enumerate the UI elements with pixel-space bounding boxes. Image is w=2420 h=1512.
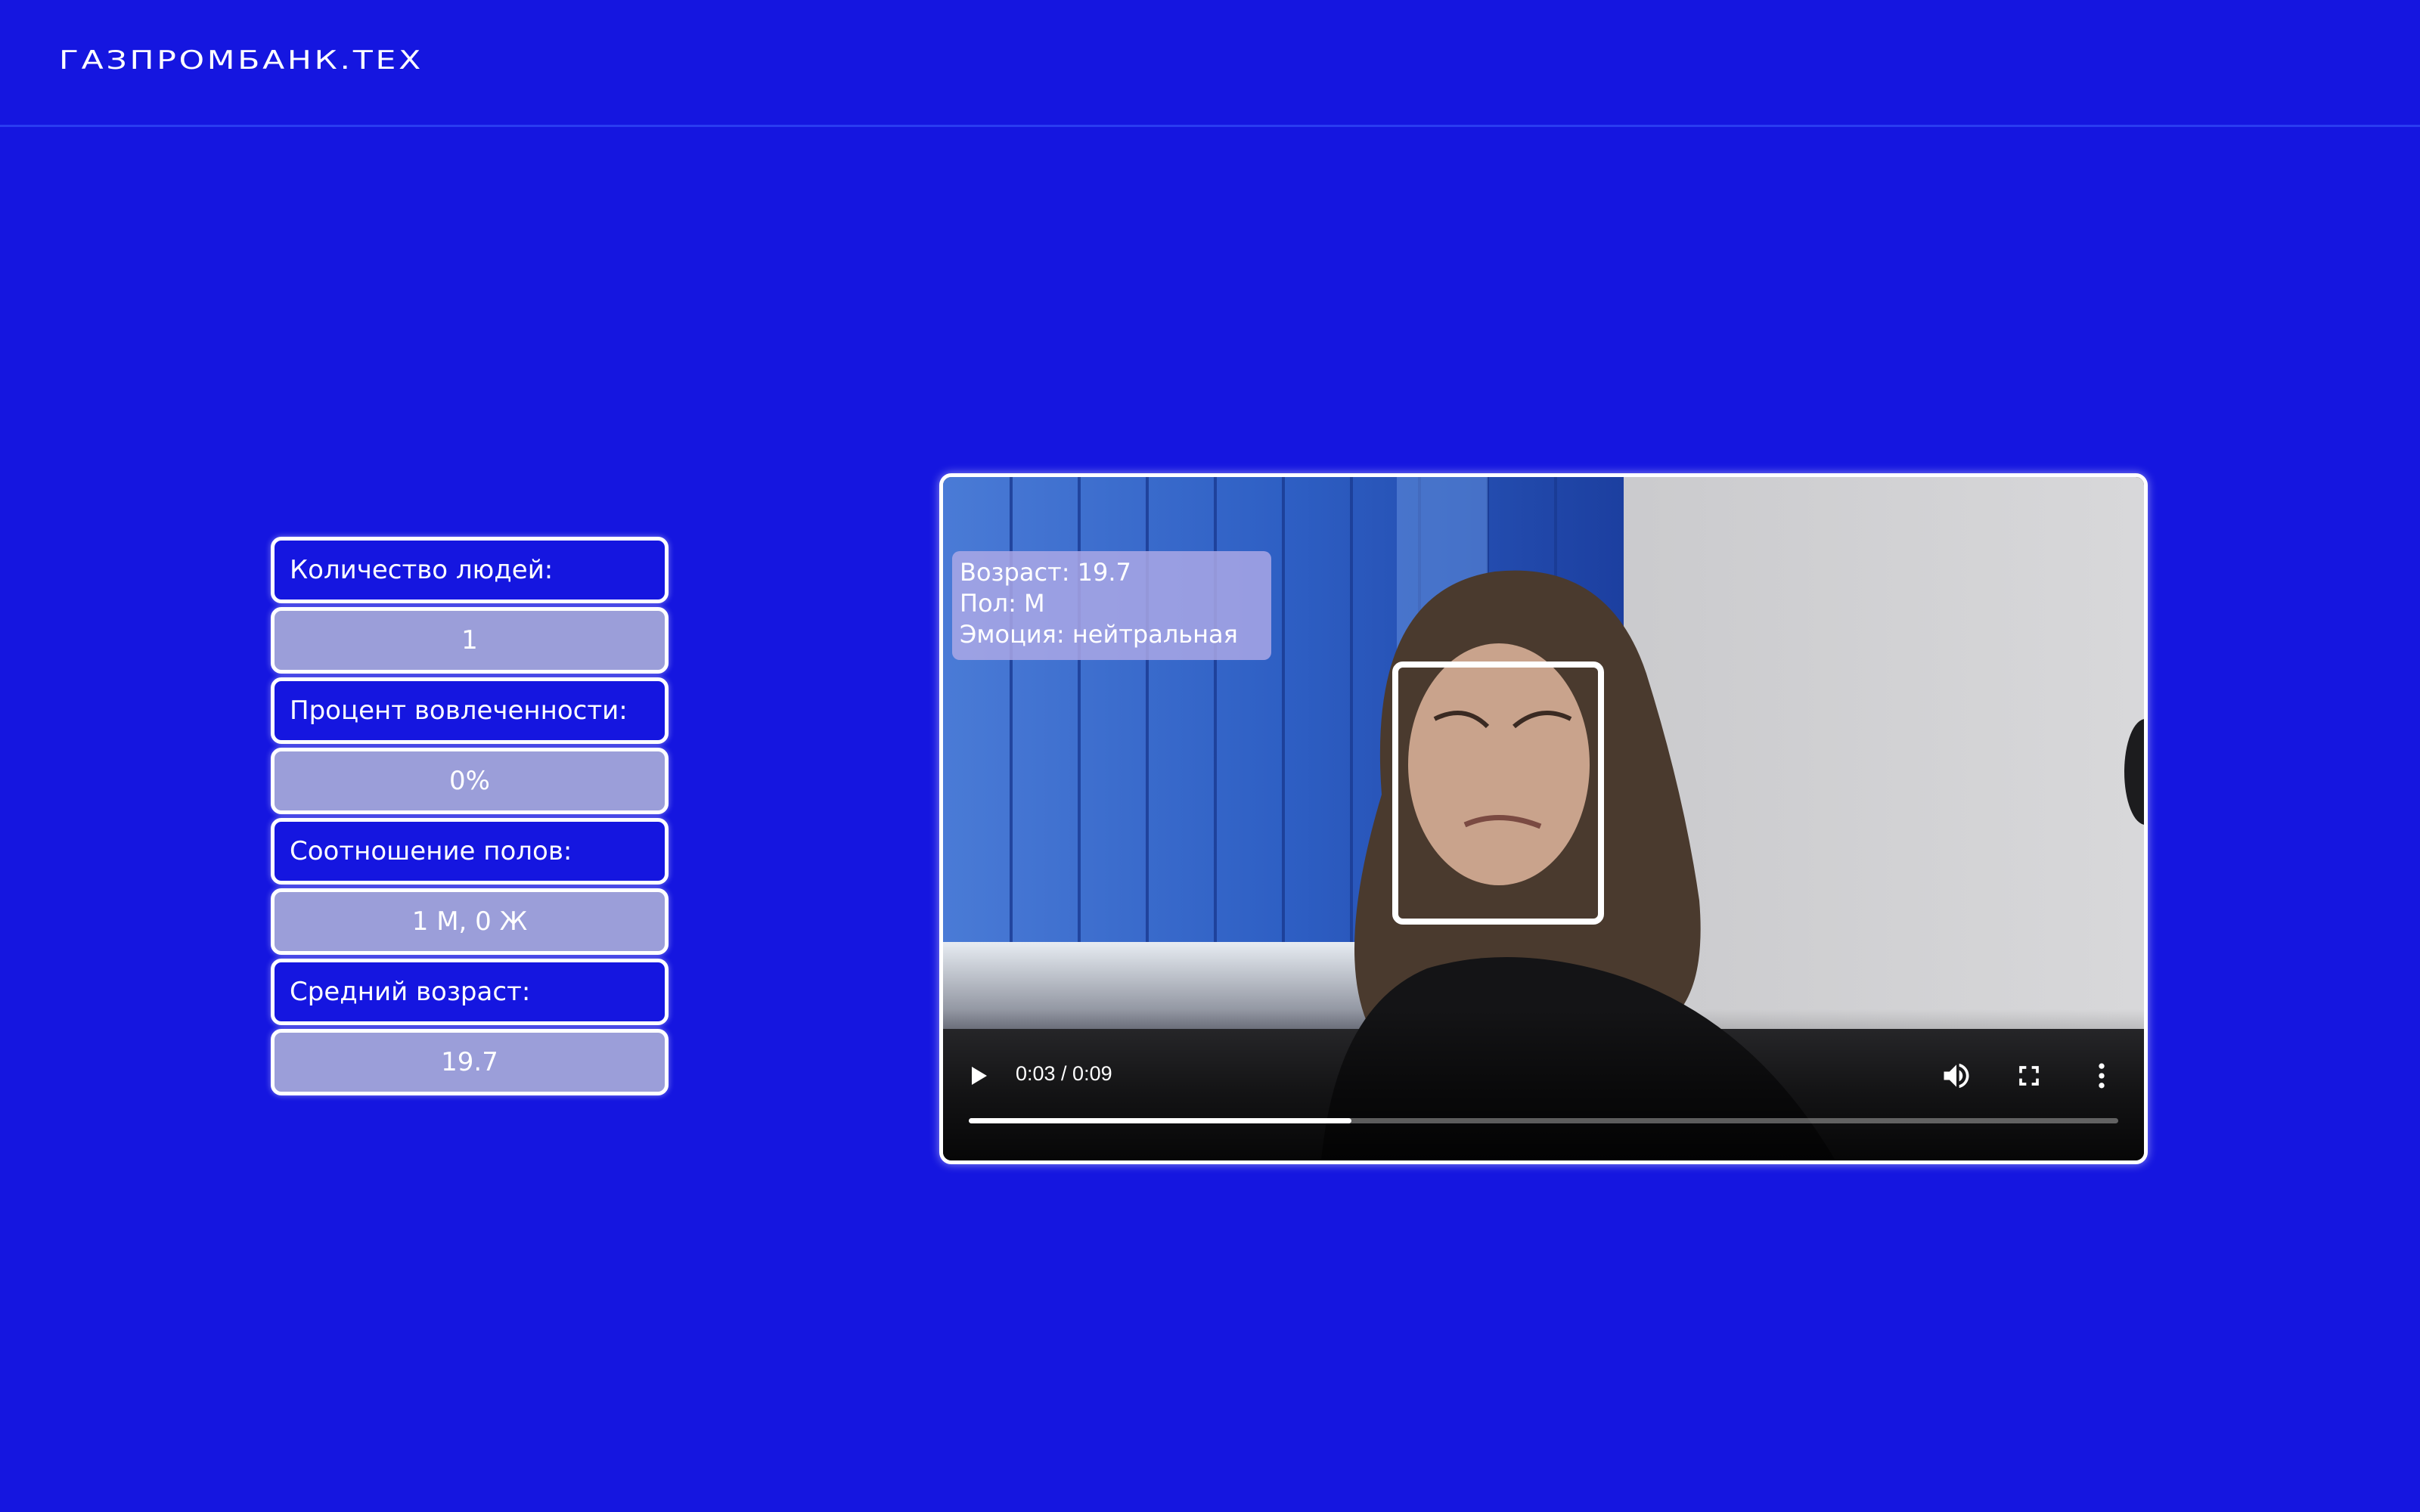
face-emotion-text: Эмоция: нейтральная [960, 620, 1238, 649]
fullscreen-icon[interactable] [2012, 1059, 2046, 1092]
more-options-icon[interactable] [2085, 1059, 2118, 1092]
logo[interactable]: ГАЗПРОМБАНК.ТЕХ [59, 45, 424, 76]
video-time: 0:03 / 0:09 [1016, 1062, 1112, 1085]
engagement-value: 0% [271, 748, 669, 814]
engagement-label: Процент вовлеченности: [271, 677, 669, 744]
average-age-label: Средний возраст: [271, 959, 669, 1025]
face-info-overlay: Возраст: 19.7 Пол: М Эмоция: нейтральная [952, 551, 1271, 660]
gender-ratio-value: 1 М, 0 Ж [271, 888, 669, 955]
video-progress-bar[interactable] [969, 1118, 2118, 1123]
video-controls: 0:03 / 0:09 [943, 1009, 2144, 1160]
people-count-value: 1 [271, 607, 669, 674]
video-player[interactable]: Возраст: 19.7 Пол: М Эмоция: нейтральная… [939, 473, 2148, 1164]
face-age-text: Возраст: 19.7 [960, 558, 1131, 587]
average-age-value: 19.7 [271, 1029, 669, 1095]
face-gender-text: Пол: М [960, 589, 1045, 618]
video-progress-fill [969, 1118, 1352, 1123]
volume-icon[interactable] [1940, 1059, 1973, 1092]
header: ГАЗПРОМБАНК.ТЕХ [0, 0, 2420, 127]
play-icon[interactable] [972, 1067, 987, 1085]
people-count-label: Количество людей: [271, 537, 669, 603]
gender-ratio-label: Соотношение полов: [271, 818, 669, 885]
face-detection-box [1392, 662, 1604, 925]
stats-panel: Количество людей: 1 Процент вовлеченност… [271, 537, 669, 1099]
